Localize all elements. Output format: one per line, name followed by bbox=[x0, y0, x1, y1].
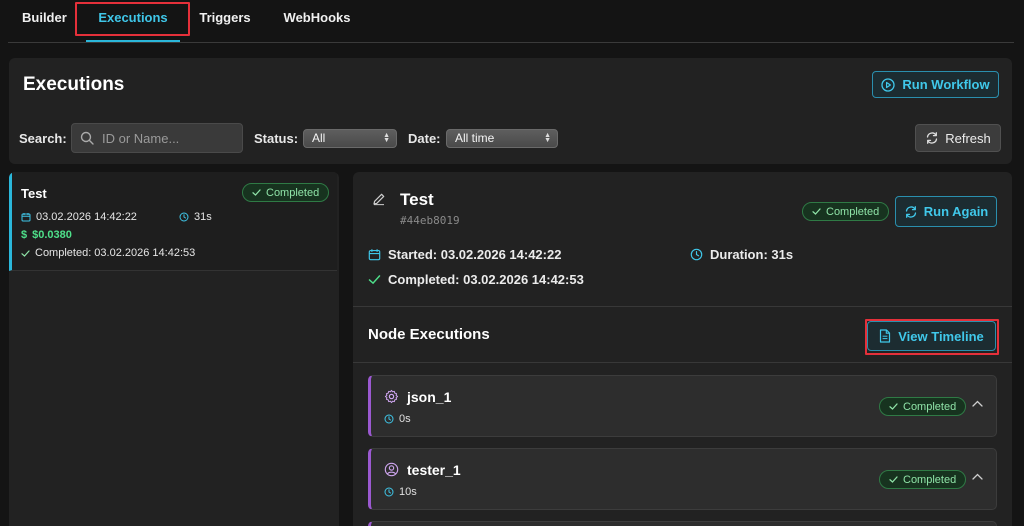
refresh-label: Refresh bbox=[945, 130, 991, 146]
search-icon bbox=[80, 131, 94, 145]
detail-completed: Completed: 03.02.2026 14:42:53 bbox=[368, 272, 584, 287]
execution-list: Test Completed 03.02.2026 14:42:22 31s $… bbox=[9, 172, 339, 526]
node-name: tester_1 bbox=[407, 462, 461, 478]
run-again-button[interactable]: Run Again bbox=[895, 196, 997, 227]
clock-icon bbox=[384, 487, 394, 497]
top-tabs: Builder Executions Triggers WebHooks bbox=[0, 0, 1024, 44]
dollar-icon: $ bbox=[21, 229, 28, 241]
run-workflow-label: Run Workflow bbox=[902, 77, 990, 92]
execution-cost-value: $0.0380 bbox=[32, 229, 72, 241]
detail-title: Test bbox=[400, 190, 434, 209]
chevron-up-icon[interactable] bbox=[972, 400, 983, 407]
tab-builder[interactable]: Builder bbox=[22, 0, 67, 42]
clock-icon bbox=[179, 212, 189, 222]
check-icon bbox=[368, 273, 381, 286]
tabs-divider bbox=[8, 42, 1014, 43]
execution-list-item[interactable]: Test Completed 03.02.2026 14:42:22 31s $… bbox=[9, 172, 337, 271]
node-duration: 10s bbox=[384, 486, 417, 498]
detail-started: Started: 03.02.2026 14:42:22 bbox=[368, 247, 561, 262]
search-input[interactable] bbox=[102, 130, 232, 146]
execution-completed: Completed: 03.02.2026 14:42:53 bbox=[21, 247, 195, 259]
execution-duration-value: 31s bbox=[194, 211, 212, 223]
section-divider bbox=[353, 362, 1012, 363]
node-duration-value: 10s bbox=[399, 486, 417, 498]
check-icon bbox=[21, 249, 30, 258]
status-badge: Completed bbox=[879, 397, 967, 416]
node-execution-card[interactable]: tester_1 10s Completed bbox=[368, 448, 997, 510]
status-label: Status: bbox=[254, 131, 299, 146]
page-title: Executions bbox=[23, 74, 125, 95]
tab-webhooks[interactable]: WebHooks bbox=[282, 0, 352, 42]
refresh-icon bbox=[904, 205, 918, 219]
check-icon bbox=[812, 207, 821, 216]
execution-detail: Test #44eb8019 Completed Run Again Start… bbox=[353, 172, 1012, 526]
calendar-icon bbox=[368, 248, 381, 261]
tab-triggers[interactable]: Triggers bbox=[198, 0, 252, 42]
status-badge-label: Completed bbox=[826, 205, 880, 218]
run-workflow-button[interactable]: Run Workflow bbox=[872, 71, 999, 98]
check-icon bbox=[889, 475, 898, 484]
chevron-up-icon[interactable] bbox=[972, 473, 983, 480]
run-again-label: Run Again bbox=[923, 204, 989, 219]
document-icon bbox=[879, 329, 891, 343]
status-badge: Completed bbox=[802, 202, 890, 221]
detail-started-value: Started: 03.02.2026 14:42:22 bbox=[388, 247, 562, 262]
status-select[interactable]: All ▲ ▼ bbox=[303, 129, 397, 148]
clock-icon bbox=[690, 248, 703, 261]
status-select-value: All bbox=[312, 131, 326, 145]
execution-completed-value: Completed: 03.02.2026 14:42:53 bbox=[35, 247, 196, 259]
refresh-button[interactable]: Refresh bbox=[915, 124, 1001, 152]
updown-arrows-icon: ▲ ▼ bbox=[544, 132, 551, 144]
gear-icon bbox=[384, 389, 399, 404]
node-duration-value: 0s bbox=[399, 413, 411, 425]
execution-duration: 31s bbox=[179, 211, 212, 223]
execution-id: #44eb8019 bbox=[400, 214, 460, 227]
executions-header-panel: Executions Run Workflow Search: Status: … bbox=[9, 58, 1012, 164]
node-duration: 0s bbox=[384, 413, 411, 425]
execution-started: 03.02.2026 14:42:22 bbox=[21, 211, 137, 223]
play-circle-icon bbox=[881, 77, 896, 92]
status-badge-label: Completed bbox=[903, 473, 957, 486]
detail-duration-value: Duration: 31s bbox=[710, 247, 794, 262]
node-name: json_1 bbox=[407, 389, 452, 405]
updown-arrows-icon: ▲ ▼ bbox=[383, 132, 390, 144]
edit-icon[interactable] bbox=[372, 192, 386, 206]
status-badge-label: Completed bbox=[903, 400, 957, 413]
view-timeline-button[interactable]: View Timeline bbox=[867, 321, 996, 351]
check-icon bbox=[252, 188, 261, 197]
view-timeline-label: View Timeline bbox=[898, 328, 984, 344]
refresh-icon bbox=[925, 131, 939, 145]
clock-icon bbox=[384, 414, 394, 424]
section-divider bbox=[353, 306, 1012, 307]
node-execution-card-partial[interactable] bbox=[368, 521, 997, 526]
execution-name: Test bbox=[21, 186, 47, 201]
status-badge: Completed bbox=[879, 470, 967, 489]
status-badge: Completed bbox=[242, 183, 330, 202]
calendar-icon bbox=[21, 212, 31, 222]
search-label: Search: bbox=[19, 131, 67, 146]
detail-duration: Duration: 31s bbox=[690, 247, 793, 262]
node-executions-title: Node Executions bbox=[368, 326, 490, 343]
execution-started-value: 03.02.2026 14:42:22 bbox=[36, 211, 137, 223]
date-label: Date: bbox=[408, 131, 441, 146]
tab-executions[interactable]: Executions bbox=[86, 0, 180, 42]
detail-completed-value: Completed: 03.02.2026 14:42:53 bbox=[388, 272, 584, 287]
check-icon bbox=[889, 402, 898, 411]
date-select-value: All time bbox=[455, 131, 495, 145]
date-select[interactable]: All time ▲ ▼ bbox=[446, 129, 558, 148]
node-execution-card[interactable]: json_1 0s Completed bbox=[368, 375, 997, 437]
search-field[interactable] bbox=[71, 123, 243, 153]
execution-cost: $ $0.0380 bbox=[21, 229, 72, 241]
user-icon bbox=[384, 462, 399, 477]
status-badge-label: Completed bbox=[266, 186, 320, 199]
